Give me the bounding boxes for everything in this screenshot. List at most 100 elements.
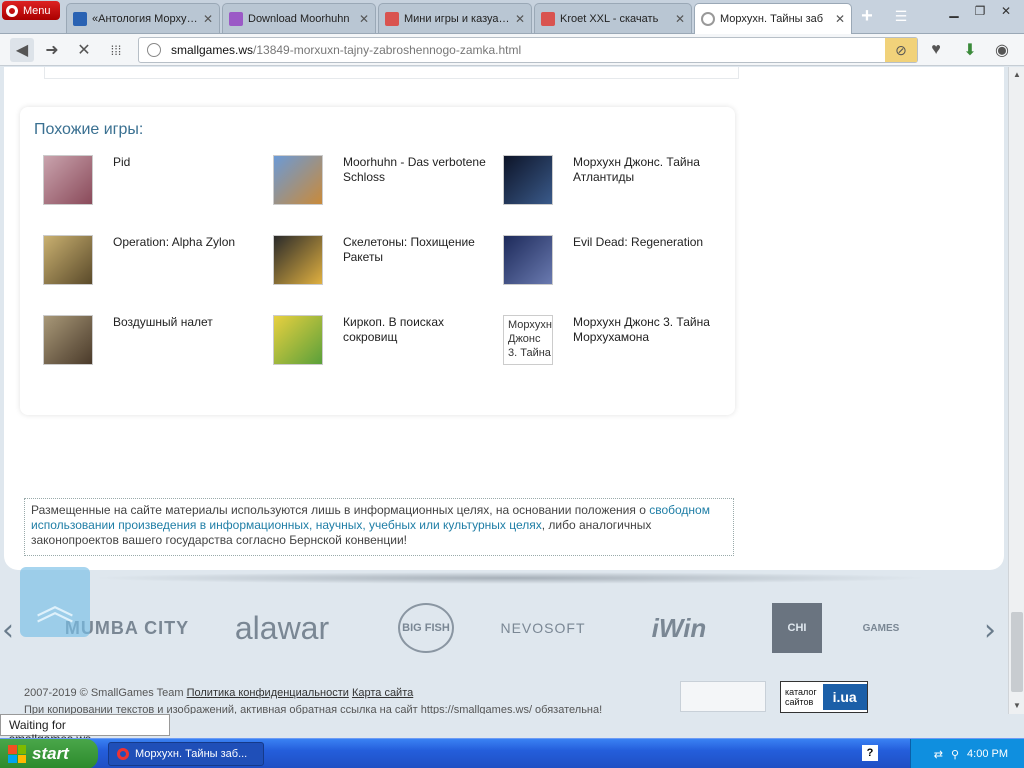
tab-favicon-icon	[73, 11, 87, 26]
game-thumbnail[interactable]	[43, 235, 93, 285]
restore-icon[interactable]: ❐	[968, 2, 992, 20]
tab-title: Download Moorhuhn	[248, 12, 350, 25]
game-item[interactable]: Moorhuhn - Das verbotene Schloss	[273, 155, 493, 205]
tab-menu-icon[interactable]: ☰	[892, 8, 910, 24]
tab-close-icon[interactable]: ✕	[675, 12, 685, 26]
page-viewport: Похожие игры: Pid Moorhuhn - Das verbote…	[0, 67, 1008, 714]
help-icon[interactable]: ?	[862, 745, 878, 761]
heart-icon[interactable]: ♥	[924, 38, 948, 62]
partner-logo[interactable]: alawar	[212, 603, 352, 653]
navigation-bar: ◀ ➜ ✕ ⁞⁞⁞ smallgames.ws/13849-morxuxn-ta…	[0, 34, 1024, 66]
tab-title: Мини игры и казуаль	[404, 12, 510, 25]
scroll-to-top-button[interactable]: ︽	[20, 567, 90, 637]
stop-loading-icon[interactable]: ✕	[72, 38, 96, 62]
clock[interactable]: 4:00 PM	[967, 748, 1008, 760]
partner-logo[interactable]: NEVOSOFT	[482, 603, 604, 653]
partner-logo[interactable]: BIG FISH	[398, 603, 454, 653]
download-icon[interactable]: ⬇	[958, 38, 982, 62]
game-thumbnail[interactable]	[503, 155, 553, 205]
tab-close-icon[interactable]: ✕	[835, 12, 845, 26]
counter-widget[interactable]	[680, 681, 766, 712]
start-label: start	[32, 744, 69, 763]
copy-notice: При копировании текстов и изображений, а…	[24, 704, 603, 714]
game-title[interactable]: Воздушный налет	[113, 315, 213, 365]
tab-2[interactable]: Download Moorhuhn ✕	[222, 3, 376, 33]
game-title[interactable]: Moorhuhn - Das verbotene Schloss	[343, 155, 493, 205]
game-thumbnail[interactable]	[273, 235, 323, 285]
tab-1[interactable]: «Антология Морхухн» ✕	[66, 3, 220, 33]
browser-title-bar: Menu «Антология Морхухн» ✕ Download Moor…	[0, 0, 1024, 34]
tab-active[interactable]: Морхухн. Тайны заб ✕	[694, 3, 852, 34]
window-controls: ▁ ❐ ✕	[942, 2, 1018, 20]
scroll-up-arrow-icon[interactable]: ▲	[1009, 67, 1024, 83]
game-title[interactable]: Морхухн Джонс 3. Тайна Морхухамона	[573, 315, 723, 365]
network-icon[interactable]: ⇄	[934, 748, 943, 761]
site-info-icon[interactable]	[147, 43, 161, 57]
taskbar-task-opera[interactable]: Морхухн. Тайны заб...	[108, 742, 264, 766]
page-footer: 2007-2019 © SmallGames Team Политика кон…	[24, 685, 724, 714]
catalog-label-2: сайтов	[785, 697, 814, 707]
game-item[interactable]: Воздушный налет	[43, 315, 263, 365]
task-title: Морхухн. Тайны заб...	[135, 748, 248, 760]
close-window-icon[interactable]: ✕	[994, 2, 1018, 20]
similar-games-block: Похожие игры: Pid Moorhuhn - Das verbote…	[20, 107, 735, 415]
game-item[interactable]: Evil Dead: Regeneration	[503, 235, 723, 285]
game-item[interactable]: Морхухн Джонс. Тайна Атлантиды	[503, 155, 723, 205]
game-title[interactable]: Operation: Alpha Zylon	[113, 235, 235, 285]
game-thumbnail[interactable]	[273, 155, 323, 205]
game-item[interactable]: Киркоп. В поисках сокровищ	[273, 315, 493, 365]
forward-arrow-icon[interactable]: ➜	[40, 38, 64, 62]
partner-logo[interactable]: CHI	[772, 603, 822, 653]
disclaimer-text-before: Размещенные на сайте материалы использую…	[31, 503, 650, 517]
game-title[interactable]: Морхухн Джонс. Тайна Атлантиды	[573, 155, 723, 205]
tab-close-icon[interactable]: ✕	[203, 12, 213, 26]
opera-menu-button[interactable]: Menu	[2, 1, 60, 20]
ad-block-icon[interactable]: ⊘	[885, 38, 917, 62]
carousel-prev-icon[interactable]: ‹	[2, 613, 14, 648]
sitemap-link[interactable]: Карта сайта	[352, 687, 413, 699]
game-item[interactable]: Pid	[43, 155, 263, 205]
game-item[interactable]: Скелетоны: Похищение Ракеты	[273, 235, 493, 285]
copyright-disclaimer: Размещенные на сайте материалы использую…	[24, 498, 734, 556]
game-title[interactable]: Pid	[113, 155, 130, 205]
minimize-icon[interactable]: ▁	[942, 2, 966, 20]
game-thumbnail[interactable]	[273, 315, 323, 365]
similar-games-title: Похожие игры:	[34, 121, 144, 138]
vertical-scrollbar[interactable]: ▲ ▼	[1008, 67, 1024, 714]
address-bar[interactable]: smallgames.ws/13849-morxuxn-tajny-zabros…	[138, 37, 918, 63]
new-tab-icon[interactable]: +	[858, 6, 876, 26]
game-title[interactable]: Evil Dead: Regeneration	[573, 235, 703, 285]
search-icon[interactable]: ⚲	[951, 748, 959, 761]
tab-4[interactable]: Kroet XXL - скачать ✕	[534, 3, 692, 33]
game-item[interactable]: Operation: Alpha Zylon	[43, 235, 263, 285]
game-thumbnail[interactable]	[43, 155, 93, 205]
partner-logo[interactable]: iWin	[630, 603, 728, 653]
tab-close-icon[interactable]: ✕	[515, 12, 525, 26]
account-icon[interactable]: ◉	[990, 38, 1014, 62]
tab-3[interactable]: Мини игры и казуаль ✕	[378, 3, 532, 33]
url-domain: smallgames.ws	[171, 43, 254, 57]
speed-dial-grid-icon[interactable]: ⁞⁞⁞	[104, 38, 128, 62]
start-button[interactable]: start	[0, 739, 98, 768]
iua-logo: i.ua	[822, 684, 867, 710]
loading-spinner-icon	[701, 12, 715, 26]
partner-logo[interactable]: GAMES	[856, 603, 906, 653]
game-thumbnail-broken[interactable]: Морхухн Джонс 3. Тайна	[503, 315, 553, 365]
catalog-label-1: каталог	[785, 687, 817, 697]
url-path: /13849-morxuxn-tajny-zabroshennogo-zamka…	[253, 43, 522, 57]
tab-title: Морхухн. Тайны заб	[720, 13, 824, 25]
game-item[interactable]: Морхухн Джонс 3. Тайна Морхухн Джонс 3. …	[503, 315, 723, 365]
game-thumbnail[interactable]	[43, 315, 93, 365]
tab-favicon-icon	[541, 11, 555, 26]
game-thumbnail[interactable]	[503, 235, 553, 285]
scrollbar-thumb[interactable]	[1011, 612, 1023, 692]
tab-close-icon[interactable]: ✕	[359, 12, 369, 26]
game-title[interactable]: Киркоп. В поисках сокровищ	[343, 315, 493, 365]
privacy-policy-link[interactable]: Политика конфиденциальности	[187, 687, 349, 699]
back-arrow-icon[interactable]: ◀	[10, 38, 34, 62]
carousel-next-icon[interactable]: ›	[984, 613, 996, 648]
scroll-down-arrow-icon[interactable]: ▼	[1009, 698, 1024, 714]
catalog-badge[interactable]: каталог сайтов i.ua	[780, 681, 868, 713]
tab-title: Kroet XXL - скачать	[560, 12, 659, 25]
game-title[interactable]: Скелетоны: Похищение Ракеты	[343, 235, 493, 285]
